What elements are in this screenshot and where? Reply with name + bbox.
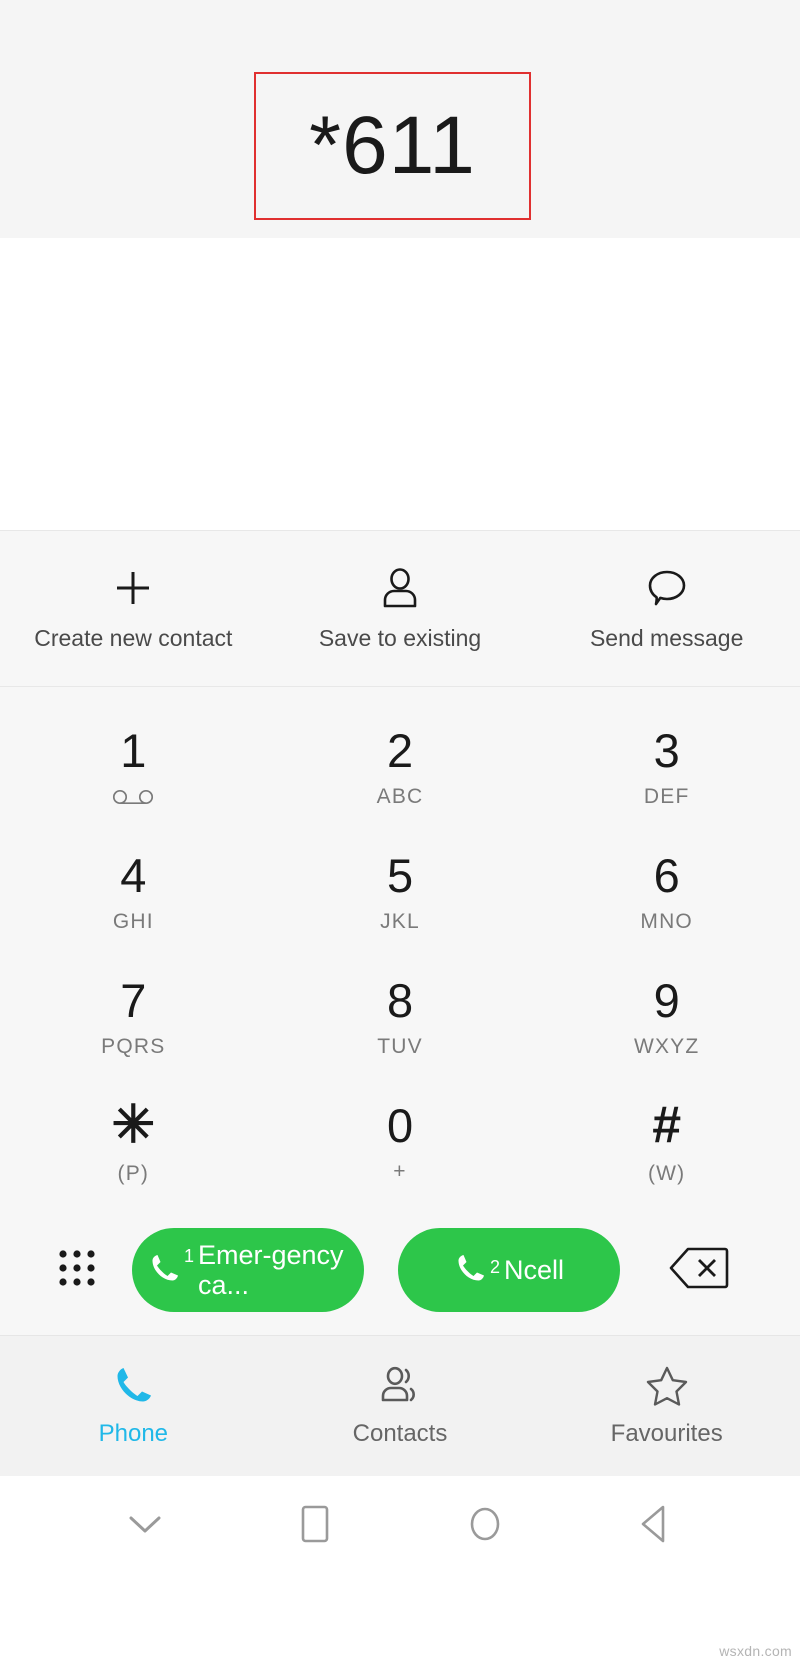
key-star-digit: ✳ (111, 1096, 156, 1154)
key-7-digit: 7 (120, 973, 147, 1027)
keypad-row-4: ✳ (P) 0 + # (W) (0, 1080, 800, 1205)
contact-suggestion-area (0, 238, 800, 531)
key-6-digit: 6 (653, 848, 680, 902)
key-8[interactable]: 8 TUV (267, 955, 534, 1080)
backspace-button[interactable] (620, 1246, 778, 1295)
keypad-dots-icon (54, 1245, 100, 1296)
contacts-icon (378, 1364, 422, 1408)
key-3-letters: DEF (643, 784, 690, 808)
bottom-tab-bar: Phone Contacts Favourites (0, 1335, 800, 1476)
phone-call-icon (148, 1251, 182, 1290)
keypad-row-2: 4 GHI 5 JKL 6 MNO (0, 830, 800, 955)
back-button[interactable] (620, 1491, 690, 1561)
recents-button[interactable] (280, 1491, 350, 1561)
key-0-digit: 0 (386, 1098, 414, 1152)
keypad-row-1: 1 2 ABC 3 DEF (0, 705, 800, 830)
call-button-sim1[interactable]: 1 Emer-gency ca... (132, 1228, 364, 1312)
key-1-digit: 1 (120, 723, 147, 777)
star-icon (645, 1364, 689, 1408)
dialed-number[interactable]: *611 (254, 72, 531, 220)
watermark: wsxdn.com (719, 1643, 792, 1659)
key-2[interactable]: 2 ABC (267, 705, 534, 830)
keypad-toggle-button[interactable] (22, 1245, 132, 1296)
key-star-sub: (P) (117, 1162, 150, 1185)
key-5-letters: JKL (380, 909, 420, 933)
key-7-letters: PQRS (101, 1034, 166, 1058)
quick-action-row: Create new contact Save to existing Send… (0, 531, 800, 687)
voicemail-icon (112, 785, 154, 809)
key-8-digit: 8 (386, 973, 414, 1027)
call-button-row: 1 Emer-gency ca... 2 Ncell (0, 1205, 800, 1335)
key-6-letters: MNO (640, 909, 693, 933)
key-8-letters: TUV (377, 1034, 423, 1058)
call-button-sim2[interactable]: 2 Ncell (398, 1228, 620, 1312)
tab-favourites[interactable]: Favourites (533, 1364, 800, 1448)
key-2-letters: ABC (376, 784, 424, 808)
key-9[interactable]: 9 WXYZ (533, 955, 800, 1080)
hide-keyboard-button[interactable] (110, 1491, 180, 1561)
save-to-existing-label: Save to existing (318, 625, 482, 651)
keypad-row-3: 7 PQRS 8 TUV 9 WXYZ (0, 955, 800, 1080)
key-2-digit: 2 (386, 723, 414, 777)
key-5[interactable]: 5 JKL (267, 830, 534, 955)
square-icon (295, 1501, 335, 1552)
phone-call-icon (454, 1251, 488, 1290)
create-new-contact-button[interactable]: Create new contact (0, 565, 267, 652)
key-3[interactable]: 3 DEF (533, 705, 800, 830)
dial-display: *611 (0, 0, 800, 238)
key-hash-digit: # (652, 1096, 682, 1154)
key-7[interactable]: 7 PQRS (0, 955, 267, 1080)
call-sim1-label: Emer-gency ca... (198, 1239, 344, 1300)
key-6[interactable]: 6 MNO (533, 830, 800, 955)
chevron-down-icon (123, 1509, 167, 1544)
circle-icon (463, 1501, 507, 1552)
key-hash[interactable]: # (W) (533, 1080, 800, 1205)
key-star[interactable]: ✳ (P) (0, 1080, 267, 1205)
key-4-letters: GHI (112, 909, 154, 933)
call-sim1-badge: 1 (183, 1245, 194, 1266)
key-4-digit: 4 (120, 848, 147, 902)
key-0[interactable]: 0 + (267, 1080, 534, 1205)
create-new-contact-label: Create new contact (34, 625, 233, 651)
person-icon (378, 565, 422, 611)
key-1[interactable]: 1 (0, 705, 267, 830)
speech-bubble-icon (645, 565, 689, 611)
key-hash-sub: (W) (647, 1162, 686, 1185)
key-5-digit: 5 (386, 848, 414, 902)
send-message-label: Send message (589, 625, 744, 651)
key-0-sub: + (393, 1159, 407, 1183)
system-navigation-bar (0, 1476, 800, 1576)
key-4[interactable]: 4 GHI (0, 830, 267, 955)
send-message-button[interactable]: Send message (533, 565, 800, 652)
keypad: 1 2 ABC 3 DEF 4 GHI 5 JKL 6 MNO 7 PQRS 8… (0, 687, 800, 1205)
save-to-existing-button[interactable]: Save to existing (267, 565, 534, 652)
tab-phone[interactable]: Phone (0, 1364, 267, 1448)
tab-phone-label: Phone (98, 1420, 169, 1447)
back-triangle-icon (635, 1501, 675, 1552)
backspace-icon (669, 1246, 729, 1295)
call-sim2-label: Ncell (504, 1254, 565, 1285)
tab-contacts[interactable]: Contacts (267, 1364, 534, 1448)
key-3-digit: 3 (653, 723, 680, 777)
call-sim2-badge: 2 (489, 1256, 500, 1277)
key-9-letters: WXYZ (633, 1034, 700, 1058)
phone-icon (112, 1364, 154, 1408)
tab-contacts-label: Contacts (352, 1420, 448, 1447)
key-9-digit: 9 (653, 973, 680, 1027)
plus-icon (111, 565, 155, 611)
tab-favourites-label: Favourites (610, 1420, 723, 1447)
home-button[interactable] (450, 1491, 520, 1561)
